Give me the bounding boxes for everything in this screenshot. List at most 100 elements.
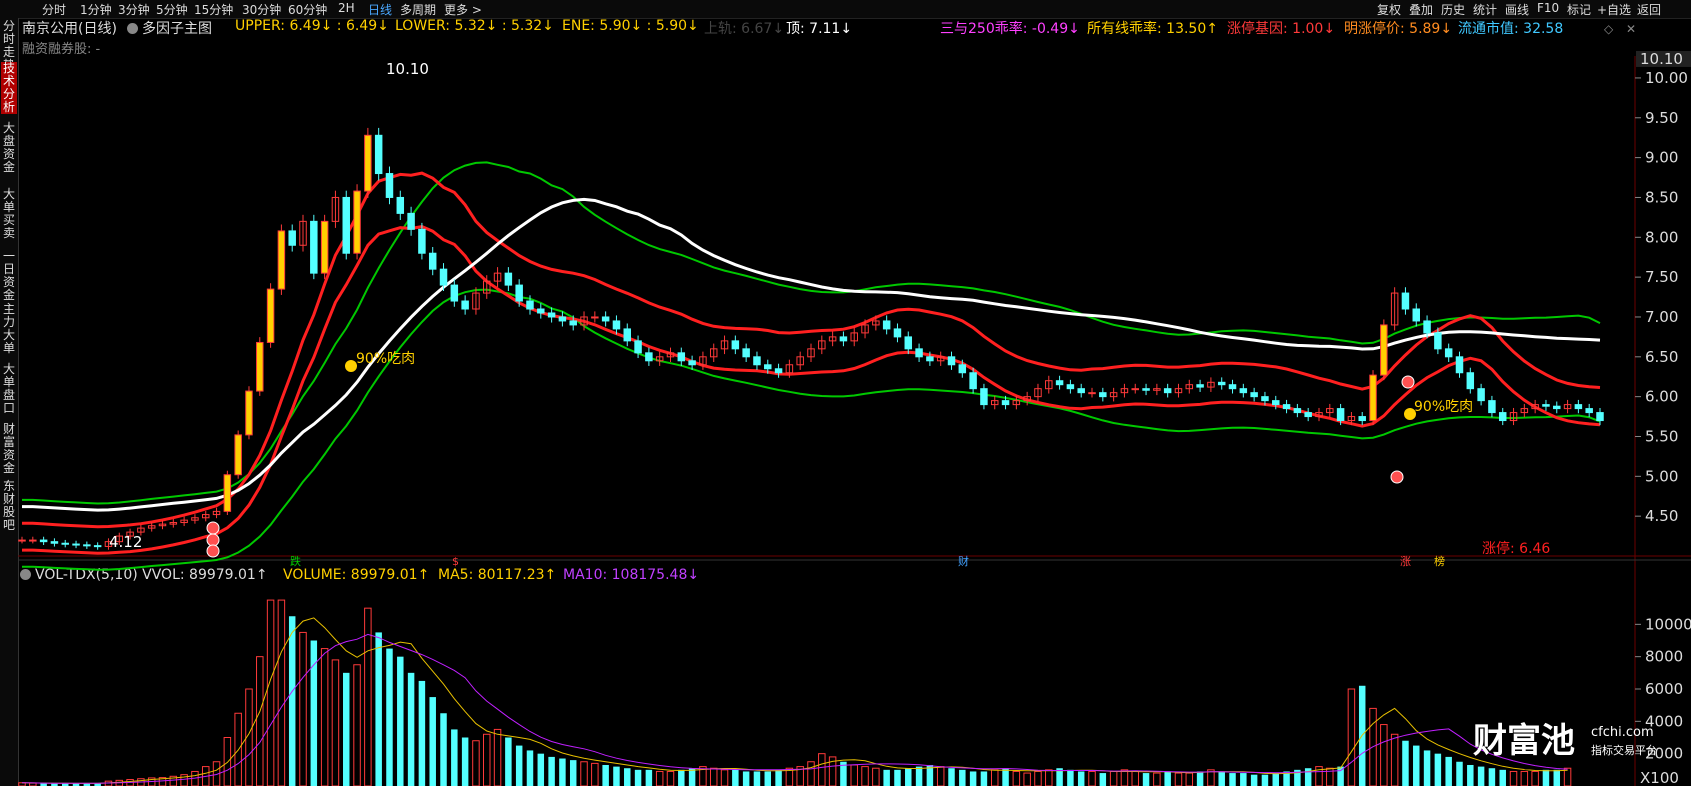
- candle-body: [893, 328, 902, 338]
- candle-body: [1423, 320, 1431, 334]
- candle-body: [612, 320, 621, 330]
- watermark-slogan: 指标交易平台: [1591, 743, 1657, 757]
- candle-body: [50, 541, 59, 544]
- volume-bar: [277, 599, 286, 786]
- candle-body: [310, 220, 318, 274]
- price-tick-label: 8.50: [1645, 188, 1678, 206]
- candle-body: [1585, 408, 1593, 414]
- candle-body: [428, 252, 437, 270]
- candle-body: [29, 539, 37, 542]
- volume-bar: [1347, 688, 1356, 786]
- candle-body: [515, 284, 523, 302]
- candle-body: [1239, 388, 1248, 394]
- volume-bar: [645, 769, 653, 786]
- candle-body: [1574, 404, 1583, 410]
- volume-bar: [1272, 773, 1279, 786]
- candle-body: [1304, 412, 1312, 418]
- volume-bar: [569, 760, 577, 786]
- volume-bar: [894, 769, 901, 786]
- volume-bar: [1261, 774, 1269, 786]
- volume-bar: [1445, 756, 1452, 786]
- candle-body: [61, 542, 69, 545]
- volume-bar: [591, 762, 599, 786]
- candle-body: [342, 196, 350, 254]
- candle-body: [1380, 324, 1388, 376]
- watermark-brand: 财富池: [1473, 721, 1575, 761]
- marker-die: 跌: [290, 554, 301, 568]
- volume-bar: [872, 767, 880, 786]
- candle-body: [1434, 332, 1442, 350]
- candle-body: [645, 352, 653, 362]
- volume-bar: [1153, 772, 1161, 786]
- candle-body: [72, 543, 80, 546]
- volume-bar: [1402, 740, 1409, 786]
- candle-body: [1455, 356, 1464, 374]
- volume-bar: [1218, 771, 1225, 786]
- volume-bar: [1067, 769, 1074, 786]
- candle-body: [385, 173, 394, 198]
- volume-bar: [634, 769, 642, 786]
- volume-bar: [104, 780, 113, 786]
- volume-bar: [883, 769, 890, 786]
- candle-body: [1358, 416, 1366, 422]
- volume-bar: [732, 769, 739, 786]
- volume-bar: [764, 771, 772, 786]
- candle-body: [947, 356, 956, 366]
- vol-tick-label: 8000: [1645, 648, 1683, 666]
- limit-up-dot: [206, 533, 220, 547]
- volume-bar: [1477, 766, 1485, 786]
- volume-bar: [624, 768, 631, 786]
- volume-bar: [559, 758, 566, 786]
- volume-bar: [753, 771, 761, 786]
- price-tick-label: 6.50: [1645, 348, 1678, 366]
- candle-body: [547, 312, 556, 318]
- volume-bar: [526, 750, 534, 786]
- kline-chart[interactable]: 10.00 9.50 9.00 8.50 8.00 7.50 7.00 6.50 6.00 5.5…: [0, 0, 1691, 786]
- limit-up-dot: [1401, 375, 1415, 389]
- volume-bar: [1109, 770, 1118, 786]
- volume-bar: [990, 769, 999, 786]
- limit-up-price-label: 涨停: 6.46: [1482, 540, 1550, 557]
- price-tick-label: 10.00: [1645, 69, 1688, 87]
- volume-bar: [1174, 772, 1183, 786]
- volume-bar: [948, 768, 955, 786]
- volume-bar: [493, 728, 502, 786]
- volume-bar: [429, 697, 436, 786]
- volume-bar: [807, 761, 815, 786]
- candle-body: [223, 474, 232, 512]
- volume-bar: [936, 766, 945, 786]
- candle-body: [1336, 408, 1345, 422]
- candle-body: [1596, 412, 1604, 422]
- volume-bar: [1337, 766, 1344, 786]
- volume-bar: [353, 664, 361, 786]
- candle-body: [1412, 308, 1421, 322]
- candle-body: [731, 340, 740, 350]
- candle-body: [753, 356, 761, 366]
- candle-body: [688, 360, 696, 366]
- volume-bar: [461, 737, 469, 786]
- candle-body: [461, 300, 469, 310]
- volume-bar: [343, 672, 350, 786]
- candle-body: [504, 272, 513, 286]
- candle-body: [1477, 388, 1485, 402]
- candle-body: [1261, 396, 1269, 402]
- candle-body: [1466, 372, 1475, 390]
- candle-body: [1401, 292, 1410, 310]
- volume-bar: [483, 733, 491, 786]
- marker-dollar: $: [452, 555, 459, 568]
- candle-body: [537, 308, 545, 314]
- candle-body: [1272, 400, 1280, 406]
- high-price-label: 10.10: [386, 60, 429, 78]
- volume-bar: [818, 753, 826, 786]
- volume-bar: [299, 631, 307, 786]
- candle-body: [1542, 404, 1550, 407]
- candle-body: [764, 364, 772, 370]
- volume-bar: [256, 656, 264, 786]
- volume-bar: [1467, 764, 1474, 786]
- price-tick-label: 4.50: [1645, 507, 1678, 525]
- candle-body: [558, 316, 567, 322]
- candle-body: [18, 539, 26, 542]
- volume-bar: [850, 764, 858, 786]
- candle-body: [591, 316, 599, 319]
- candle-body: [1088, 392, 1096, 395]
